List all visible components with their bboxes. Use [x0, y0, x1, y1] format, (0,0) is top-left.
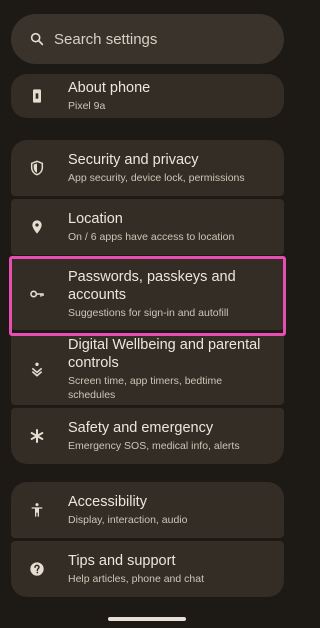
- setting-title: Digital Wellbeing and parental controls: [68, 337, 261, 371]
- setting-title: Security and privacy: [68, 152, 199, 168]
- key-icon: [25, 286, 49, 302]
- settings-group-device: About phone Pixel 9a: [11, 74, 284, 118]
- setting-title: Safety and emergency: [68, 420, 214, 436]
- search-bar[interactable]: Search settings: [11, 14, 284, 64]
- setting-subtitle: Display, interaction, audio: [68, 514, 188, 526]
- setting-subtitle: On / 6 apps have access to location: [68, 231, 235, 243]
- setting-tips-support[interactable]: Tips and support Help articles, phone an…: [11, 541, 284, 597]
- accessibility-icon: [25, 502, 49, 518]
- setting-title: Accessibility: [68, 494, 147, 510]
- setting-title: Tips and support: [68, 553, 176, 569]
- setting-digital-wellbeing[interactable]: Digital Wellbeing and parental controls …: [11, 333, 284, 405]
- setting-about-phone[interactable]: About phone Pixel 9a: [11, 74, 284, 118]
- setting-subtitle: Pixel 9a: [68, 100, 106, 112]
- phone-icon: [25, 88, 49, 104]
- setting-title: About phone: [68, 80, 151, 96]
- setting-accessibility[interactable]: Accessibility Display, interaction, audi…: [11, 482, 284, 538]
- search-icon: [30, 32, 44, 46]
- gesture-nav-bar[interactable]: [108, 617, 186, 621]
- setting-subtitle: Suggestions for sign-in and autofill: [68, 307, 229, 319]
- setting-subtitle: Screen time, app timers, bedtime schedul…: [68, 375, 223, 401]
- wellbeing-icon: [25, 361, 49, 377]
- settings-group-help: Accessibility Display, interaction, audi…: [11, 482, 284, 597]
- setting-subtitle: Help articles, phone and chat: [68, 573, 205, 585]
- search-placeholder: Search settings: [54, 30, 158, 48]
- setting-subtitle: Emergency SOS, medical info, alerts: [68, 440, 240, 452]
- location-pin-icon: [25, 219, 49, 235]
- asterisk-icon: [25, 428, 49, 444]
- settings-group-security: Security and privacy App security, devic…: [11, 140, 284, 464]
- setting-title: Passwords, passkeys and accounts: [68, 269, 236, 303]
- setting-passwords-accounts[interactable]: Passwords, passkeys and accounts Suggest…: [11, 258, 284, 330]
- shield-icon: [25, 160, 49, 176]
- setting-security-privacy[interactable]: Security and privacy App security, devic…: [11, 140, 284, 196]
- help-icon: [25, 561, 49, 577]
- setting-location[interactable]: Location On / 6 apps have access to loca…: [11, 199, 284, 255]
- setting-subtitle: App security, device lock, permissions: [68, 172, 245, 184]
- setting-title: Location: [68, 211, 123, 227]
- setting-safety-emergency[interactable]: Safety and emergency Emergency SOS, medi…: [11, 408, 284, 464]
